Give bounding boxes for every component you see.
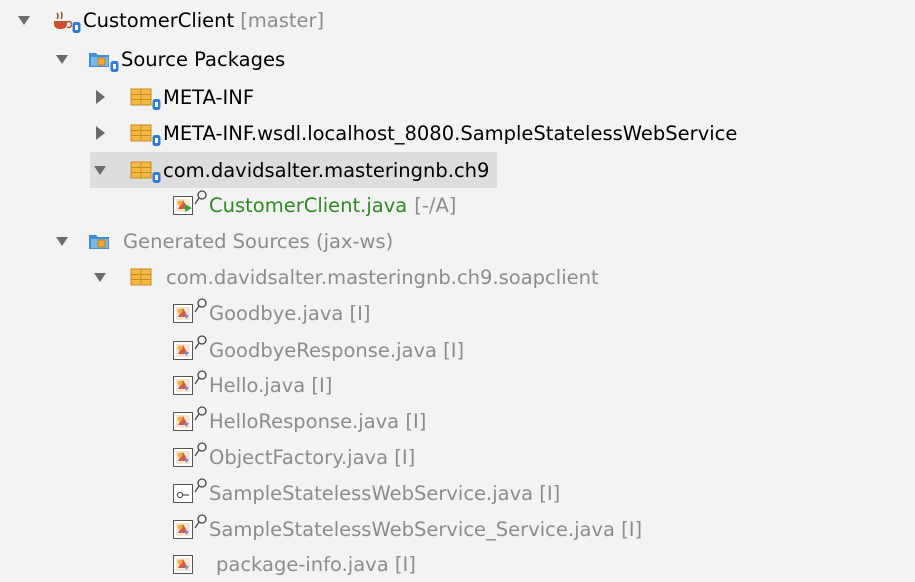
vcs-badge-icon — [110, 59, 119, 73]
tree-node-generated-sources[interactable]: Generated Sources (jax-ws) — [52, 223, 393, 259]
package-soapclient-label: com.davidsalter.masteringnb.ch9.soapclie… — [166, 265, 599, 289]
file-label: HelloResponse.java [I] — [209, 409, 427, 433]
ignored-badge-icon — [194, 513, 209, 531]
file-label: Hello.java [I] — [209, 373, 333, 397]
meta-inf-wsdl-label: META-INF.wsdl.localhost_8080.SampleState… — [163, 121, 738, 145]
java-class-file-icon — [172, 446, 194, 468]
file-label: SampleStatelessWebService_Service.java [… — [209, 517, 643, 541]
java-class-file-icon — [172, 518, 194, 540]
vcs-badge-icon — [152, 133, 161, 147]
file-label: Goodbye.java [I] — [209, 301, 371, 325]
expanded-arrow-icon[interactable] — [52, 230, 74, 252]
expanded-arrow-icon[interactable] — [14, 9, 36, 31]
meta-inf-label: META-INF — [163, 85, 255, 109]
java-class-file-icon — [172, 410, 194, 432]
java-class-file-icon — [172, 553, 194, 575]
ignored-badge-icon — [194, 405, 209, 423]
tree-node-customer-client-java[interactable]: CustomerClient.java [-/A] — [172, 187, 456, 223]
java-file-icon — [172, 194, 194, 216]
customer-client-java-label: CustomerClient.java — [209, 193, 408, 217]
tree-node-package-soapclient[interactable]: com.davidsalter.masteringnb.ch9.soapclie… — [90, 259, 599, 295]
file-label: GoodbyeResponse.java [I] — [209, 338, 465, 362]
source-packages-label: Source Packages — [121, 47, 286, 71]
tree-node-file[interactable]: GoodbyeResponse.java [I] — [172, 332, 464, 368]
generated-sources-label: Generated Sources (jax-ws) — [123, 229, 394, 253]
project-tree: CustomerClient [master] Source Packages — [0, 0, 915, 579]
tree-node-file[interactable]: HelloResponse.java [I] — [172, 403, 426, 439]
expanded-arrow-icon[interactable] — [90, 266, 112, 288]
tree-node-source-packages[interactable]: Source Packages — [52, 41, 285, 77]
source-folder-icon — [88, 48, 110, 70]
file-label: ObjectFactory.java [I] — [209, 445, 416, 469]
tree-node-file[interactable]: Goodbye.java [I] — [172, 295, 370, 331]
ignored-badge-icon — [194, 369, 209, 387]
expanded-arrow-icon[interactable] — [52, 48, 74, 70]
main-class-badge-icon — [194, 189, 209, 207]
project-label: CustomerClient — [83, 8, 235, 32]
file-label: SampleStatelessWebService.java [I] — [209, 481, 561, 505]
tree-node-file[interactable]: Hello.java [I] — [172, 367, 332, 403]
tree-node-meta-inf[interactable]: META-INF — [90, 79, 254, 115]
file-label: package-info.java [I] — [216, 552, 416, 576]
tree-node-file[interactable]: package-info.java [I] — [172, 546, 416, 582]
java-class-file-icon — [172, 374, 194, 396]
java-class-file-icon — [172, 339, 194, 361]
package-icon — [130, 86, 152, 108]
collapsed-arrow-icon[interactable] — [90, 122, 112, 144]
java-interface-file-icon — [172, 482, 194, 504]
tree-node-file[interactable]: SampleStatelessWebService.java [I] — [172, 475, 560, 511]
ignored-badge-icon — [194, 477, 209, 495]
collapsed-arrow-icon[interactable] — [90, 86, 112, 108]
vcs-badge-icon — [152, 97, 161, 111]
tree-node-project[interactable]: CustomerClient [master] — [14, 2, 324, 38]
ignored-badge-icon — [194, 334, 209, 352]
tree-node-file[interactable]: ObjectFactory.java [I] — [172, 439, 415, 475]
tree-node-meta-inf-wsdl[interactable]: META-INF.wsdl.localhost_8080.SampleState… — [90, 115, 737, 151]
tree-node-file[interactable]: SampleStatelessWebService_Service.java [… — [172, 511, 642, 547]
vcs-badge-icon — [152, 170, 161, 184]
package-icon — [130, 122, 152, 144]
customer-client-java-status: [-/A] — [414, 193, 457, 217]
vcs-badge-icon — [72, 20, 81, 34]
expanded-arrow-icon[interactable] — [90, 159, 112, 181]
package-icon — [130, 266, 152, 288]
java-project-icon — [50, 9, 72, 31]
ignored-badge-icon — [194, 441, 209, 459]
project-branch-label: [master] — [240, 8, 325, 32]
ignored-badge-icon — [194, 297, 209, 315]
java-class-file-icon — [172, 302, 194, 324]
tree-node-package-ch9[interactable]: com.davidsalter.masteringnb.ch9 — [90, 152, 498, 188]
source-folder-icon — [88, 230, 110, 252]
package-icon — [130, 159, 152, 181]
package-ch9-label: com.davidsalter.masteringnb.ch9 — [163, 158, 490, 182]
